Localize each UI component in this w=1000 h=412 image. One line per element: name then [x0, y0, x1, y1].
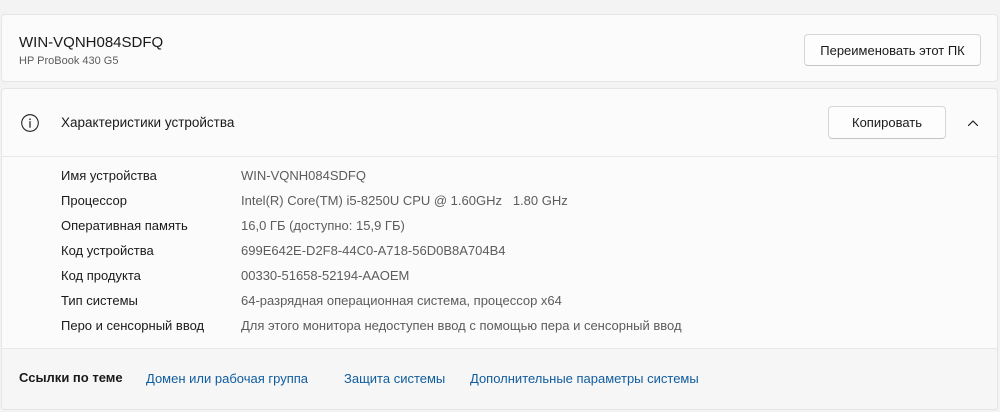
- info-icon: [21, 114, 39, 132]
- spec-row-system-type: Тип системы 64-разрядная операционная си…: [2, 293, 997, 318]
- spec-row-device-id: Код устройства 699E642E-D2F8-44C0-A718-5…: [2, 243, 997, 268]
- system-protection-link[interactable]: Защита системы: [344, 371, 445, 386]
- specifications-list: Имя устройства WIN-VQNH084SDFQ Процессор…: [2, 168, 997, 343]
- spec-value: 699E642E-D2F8-44C0-A718-56D0B8A704B4: [241, 243, 506, 258]
- spec-value: 64-разрядная операционная система, проце…: [241, 293, 562, 308]
- copy-button[interactable]: Копировать: [828, 106, 946, 139]
- spec-value: WIN-VQNH084SDFQ: [241, 168, 366, 183]
- related-links-bar: Ссылки по теме Домен или рабочая группа …: [2, 348, 997, 409]
- spec-label: Код устройства: [61, 243, 154, 258]
- spec-label: Процессор: [61, 193, 127, 208]
- device-name: WIN-VQNH084SDFQ: [19, 34, 164, 51]
- about-page: WIN-VQNH084SDFQ HP ProBook 430 G5 Переим…: [0, 0, 1000, 412]
- spec-label: Имя устройства: [61, 168, 157, 183]
- spec-value: Intel(R) Core(TM) i5-8250U CPU @ 1.60GHz…: [241, 193, 568, 208]
- spec-row-pen-touch: Перо и сенсорный ввод Для этого монитора…: [2, 318, 997, 343]
- spec-label: Код продукта: [61, 268, 141, 283]
- section-title: Характеристики устройства: [61, 115, 235, 130]
- spec-label: Оперативная память: [61, 218, 188, 233]
- device-name-card: WIN-VQNH084SDFQ HP ProBook 430 G5 Переим…: [1, 14, 998, 82]
- spec-value: Для этого монитора недоступен ввод с пом…: [241, 318, 682, 333]
- spec-value: 00330-51658-52194-AAOEM: [241, 268, 410, 283]
- spec-row-processor: Процессор Intel(R) Core(TM) i5-8250U CPU…: [2, 193, 997, 218]
- related-links-title: Ссылки по теме: [19, 370, 123, 385]
- spec-row-device-name: Имя устройства WIN-VQNH084SDFQ: [2, 168, 997, 193]
- chevron-up-icon[interactable]: [962, 112, 984, 134]
- advanced-system-settings-link[interactable]: Дополнительные параметры системы: [470, 371, 699, 386]
- rename-pc-button[interactable]: Переименовать этот ПК: [804, 34, 981, 66]
- domain-workgroup-link[interactable]: Домен или рабочая группа: [146, 371, 308, 386]
- device-specifications-card: Характеристики устройства Копировать Имя…: [1, 88, 998, 410]
- device-specifications-header[interactable]: Характеристики устройства Копировать: [2, 89, 997, 157]
- spec-label: Тип системы: [61, 293, 138, 308]
- spec-label: Перо и сенсорный ввод: [61, 318, 205, 333]
- device-model: HP ProBook 430 G5: [19, 55, 119, 67]
- spec-row-product-id: Код продукта 00330-51658-52194-AAOEM: [2, 268, 997, 293]
- spec-value: 16,0 ГБ (доступно: 15,9 ГБ): [241, 218, 405, 233]
- spec-row-memory: Оперативная память 16,0 ГБ (доступно: 15…: [2, 218, 997, 243]
